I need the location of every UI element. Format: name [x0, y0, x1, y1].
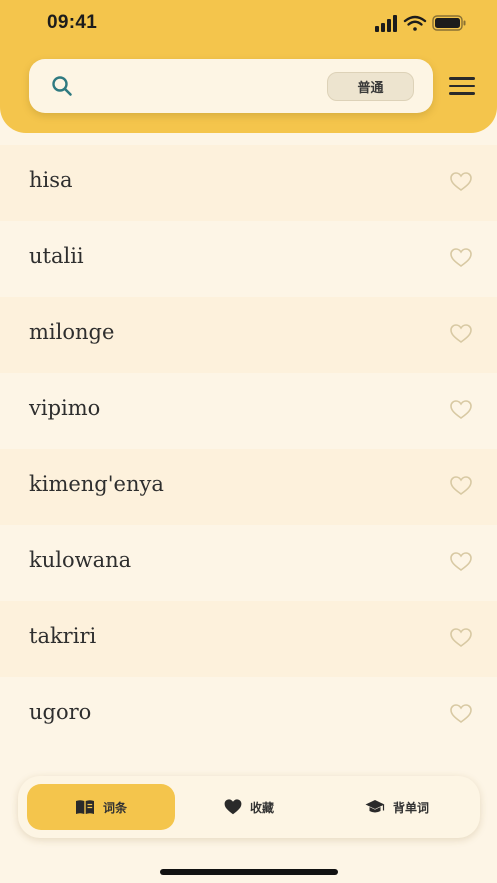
graduation-cap-icon — [365, 800, 385, 813]
word-row[interactable]: vipimo — [0, 373, 497, 449]
word-row[interactable]: milonge — [0, 297, 497, 373]
tab-label: 收藏 — [249, 800, 274, 815]
word-text: milonge — [29, 320, 115, 344]
heart-outline-icon[interactable] — [450, 704, 472, 724]
word-text: ugoro — [29, 700, 92, 724]
heart-outline-icon[interactable] — [450, 476, 472, 496]
search-mode-button[interactable]: 普通 — [327, 72, 414, 101]
heart-outline-icon[interactable] — [450, 324, 472, 344]
heart-outline-icon[interactable] — [450, 248, 472, 268]
word-row[interactable]: hisa — [0, 145, 497, 221]
heart-outline-icon[interactable] — [450, 552, 472, 572]
menu-icon[interactable] — [449, 77, 475, 95]
heart-outline-icon[interactable] — [450, 628, 472, 648]
word-text: kulowana — [29, 548, 132, 572]
header: 09:41 普通 — [0, 0, 497, 133]
tab-label: 背单词 — [392, 800, 429, 815]
heart-outline-icon[interactable] — [450, 400, 472, 420]
tab-dictionary[interactable]: 词条 — [27, 784, 175, 830]
tab-label: 词条 — [102, 800, 127, 815]
tab-favorites[interactable]: 收藏 — [175, 784, 323, 830]
book-icon — [75, 800, 94, 814]
word-row[interactable]: utalii — [0, 221, 497, 297]
search-box[interactable]: 普通 — [29, 59, 433, 113]
word-row[interactable]: takriri — [0, 601, 497, 677]
word-text: hisa — [29, 168, 73, 192]
bottom-tab-bar: 词条 收藏 背单词 — [18, 776, 480, 838]
heart-outline-icon[interactable] — [450, 172, 472, 192]
word-list: hisa utalii milonge vipimo kimeng'enya k… — [0, 145, 497, 753]
word-row[interactable]: ugoro — [0, 677, 497, 753]
word-text: kimeng'enya — [29, 472, 164, 496]
word-text: vipimo — [29, 396, 101, 420]
search-mode-label: 普通 — [357, 81, 384, 96]
word-text: takriri — [29, 624, 97, 648]
search-icon[interactable] — [51, 75, 73, 97]
status-bar: 09:41 — [0, 0, 497, 46]
search-input[interactable] — [87, 72, 337, 100]
heart-icon — [224, 799, 242, 815]
word-row[interactable]: kulowana — [0, 525, 497, 601]
word-text: utalii — [29, 244, 84, 268]
status-time: 09:41 — [47, 12, 98, 33]
word-row[interactable]: kimeng'enya — [0, 449, 497, 525]
wifi-icon — [403, 15, 427, 31]
status-icons — [375, 15, 466, 32]
cellular-signal-icon — [375, 15, 397, 32]
home-indicator[interactable] — [160, 869, 338, 875]
battery-icon — [432, 15, 466, 31]
tab-flashcards[interactable]: 背单词 — [323, 784, 471, 830]
